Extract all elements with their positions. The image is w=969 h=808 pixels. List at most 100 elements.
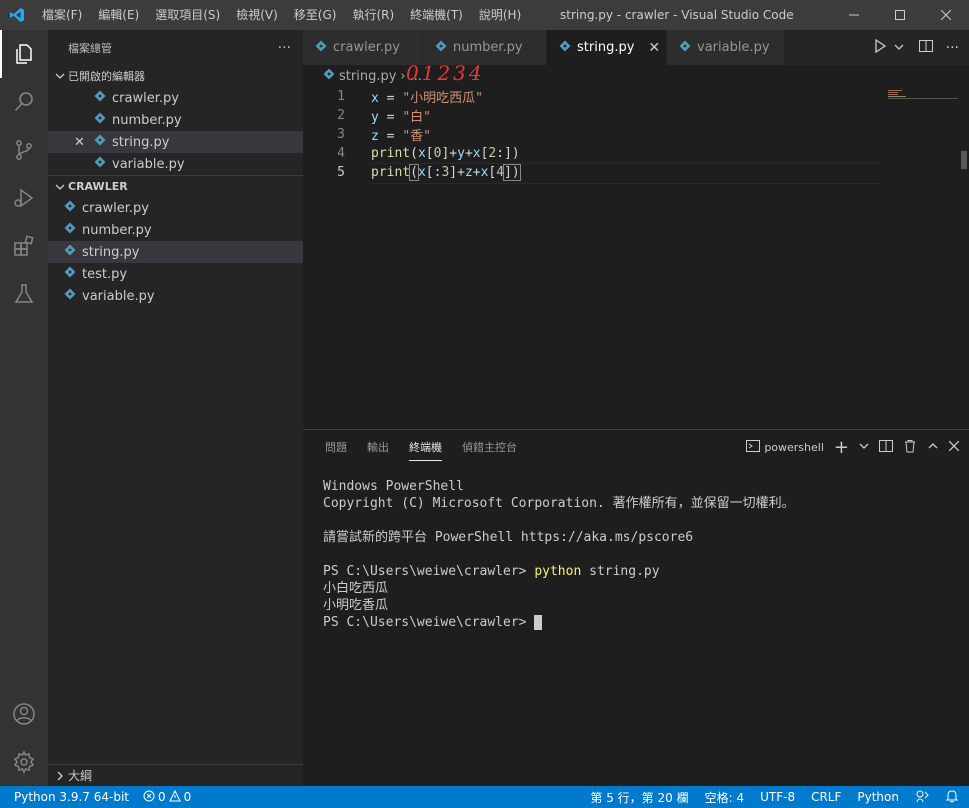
more-actions-icon[interactable]: ··· xyxy=(946,40,959,56)
maximize-panel-chevron-up-icon[interactable] xyxy=(927,440,939,455)
minimap[interactable] xyxy=(888,87,958,127)
sidebar-more-actions-icon[interactable]: ··· xyxy=(278,40,291,56)
language-mode[interactable]: Python xyxy=(857,790,899,804)
file-item-active[interactable]: string.py xyxy=(48,241,303,263)
search-icon[interactable] xyxy=(0,78,48,126)
folder-section[interactable]: CRAWLER xyxy=(48,175,303,197)
menu-go[interactable]: 移至(G) xyxy=(286,0,345,30)
python-file-icon xyxy=(94,134,106,150)
problems-status[interactable]: 0 0 xyxy=(143,789,191,805)
terminal-dropdown-chevron-icon[interactable] xyxy=(859,441,869,454)
run-debug-icon[interactable] xyxy=(0,174,48,222)
python-file-icon xyxy=(64,288,76,304)
run-dropdown-chevron-icon[interactable] xyxy=(894,41,904,55)
tab-label: variable.py xyxy=(697,40,770,55)
tab-problems[interactable]: 問題 xyxy=(315,430,357,465)
breadcrumb-file[interactable]: string.py xyxy=(339,69,396,84)
token-punct: + xyxy=(472,165,481,180)
file-item[interactable]: number.py xyxy=(48,219,303,241)
terminal-shell-selector[interactable]: powershell xyxy=(746,439,824,456)
prompt: PS C:\Users\weiwe\crawler> xyxy=(323,615,535,630)
encoding[interactable]: UTF-8 xyxy=(760,790,795,804)
open-editor-item[interactable]: number.py xyxy=(48,109,303,131)
menu-terminal[interactable]: 終端機(T) xyxy=(402,0,471,30)
feedback-icon[interactable] xyxy=(915,789,929,806)
breadcrumb-separator: › xyxy=(400,68,406,84)
menu-run[interactable]: 執行(R) xyxy=(344,0,402,30)
token-var: x xyxy=(417,165,426,180)
settings-gear-icon[interactable] xyxy=(0,738,48,786)
minimize-button[interactable] xyxy=(831,0,877,30)
menu-help[interactable]: 說明(H) xyxy=(471,0,529,30)
kill-terminal-trash-icon[interactable] xyxy=(903,439,917,456)
menu-view[interactable]: 檢視(V) xyxy=(228,0,286,30)
file-item[interactable]: test.py xyxy=(48,263,303,285)
line-source: x = "小明吃西瓜" xyxy=(371,87,483,106)
cursor-position[interactable]: 第 5 行，第 20 欄 xyxy=(590,789,688,806)
terminal-output[interactable]: Windows PowerShell Copyright (C) Microso… xyxy=(323,478,795,631)
token-op: = xyxy=(378,110,403,125)
extensions-icon[interactable] xyxy=(0,222,48,270)
line-number: 3 xyxy=(337,127,345,142)
new-terminal-plus-icon[interactable]: + xyxy=(834,438,849,457)
testing-icon[interactable] xyxy=(0,270,48,318)
editor-scrollbar[interactable] xyxy=(959,87,969,427)
python-interpreter[interactable]: Python 3.9.7 64-bit xyxy=(14,790,129,804)
terminal-prompt-line: PS C:\Users\weiwe\crawler> xyxy=(323,614,795,631)
close-panel-icon[interactable] xyxy=(948,440,960,454)
close-window-button[interactable] xyxy=(923,0,969,30)
menu-selection[interactable]: 選取項目(S) xyxy=(147,0,228,30)
split-terminal-icon[interactable] xyxy=(879,439,893,456)
tab-crawler[interactable]: crawler.py xyxy=(303,30,423,65)
maximize-button[interactable] xyxy=(877,0,923,30)
line-number: 2 xyxy=(337,108,345,123)
code-editor[interactable]: 1 x = "小明吃西瓜" 2 y = "白" 3 z = "香" 4 prin… xyxy=(303,87,883,184)
token-punct: [: xyxy=(425,165,442,180)
end-of-line[interactable]: CRLF xyxy=(811,790,841,804)
close-tab-icon[interactable]: ✕ xyxy=(648,40,660,56)
indentation[interactable]: 空格: 4 xyxy=(705,789,745,806)
tab-output[interactable]: 輸出 xyxy=(357,430,399,465)
python-file-icon xyxy=(64,200,76,216)
open-editor-item-active[interactable]: ✕ string.py xyxy=(48,131,303,153)
open-editor-item[interactable]: variable.py xyxy=(48,153,303,175)
file-item[interactable]: crawler.py xyxy=(48,197,303,219)
folder-title: CRAWLER xyxy=(68,180,128,193)
run-play-icon[interactable] xyxy=(872,38,888,57)
source-control-icon[interactable] xyxy=(0,126,48,174)
explorer-icon[interactable] xyxy=(0,30,48,78)
activity-bar-bottom xyxy=(0,690,48,786)
file-item[interactable]: variable.py xyxy=(48,285,303,307)
open-editor-label: variable.py xyxy=(112,156,185,172)
chevron-down-icon xyxy=(52,68,68,84)
open-editor-item[interactable]: crawler.py xyxy=(48,87,303,109)
tab-label: string.py xyxy=(577,40,635,55)
menu-edit[interactable]: 編輯(E) xyxy=(90,0,147,30)
tab-variable[interactable]: variable.py xyxy=(667,30,785,65)
tab-string[interactable]: string.py ✕ xyxy=(547,30,667,65)
tab-terminal[interactable]: 終端機 xyxy=(399,430,452,465)
window-controls xyxy=(831,0,969,30)
outline-section[interactable]: 大綱 xyxy=(48,764,303,786)
token-number: 4 xyxy=(496,165,505,180)
editor-tabs: crawler.py number.py string.py ✕ variabl… xyxy=(303,30,969,65)
close-editor-icon[interactable]: ✕ xyxy=(74,135,85,150)
notifications-bell-icon[interactable] xyxy=(945,789,959,806)
handwritten-annotation: 01234 xyxy=(406,61,485,85)
open-editors-section[interactable]: 已開啟的編輯器 xyxy=(48,65,303,87)
activity-bar xyxy=(0,30,48,786)
menu-file[interactable]: 檔案(F) xyxy=(34,0,90,30)
account-icon[interactable] xyxy=(0,690,48,738)
line-source: z = "香" xyxy=(371,125,431,144)
token-string: "白" xyxy=(402,110,431,125)
token-op: = xyxy=(378,129,403,144)
code-line: 4 print(x[0]+y+x[2:]) xyxy=(303,144,883,163)
tab-number[interactable]: number.py xyxy=(423,30,547,65)
split-editor-icon[interactable] xyxy=(918,38,934,57)
editor-area: crawler.py number.py string.py ✕ variabl… xyxy=(303,30,969,429)
tab-debug-console[interactable]: 偵錯主控台 xyxy=(452,430,527,465)
token-var: x xyxy=(472,146,481,161)
file-label: string.py xyxy=(82,244,140,260)
